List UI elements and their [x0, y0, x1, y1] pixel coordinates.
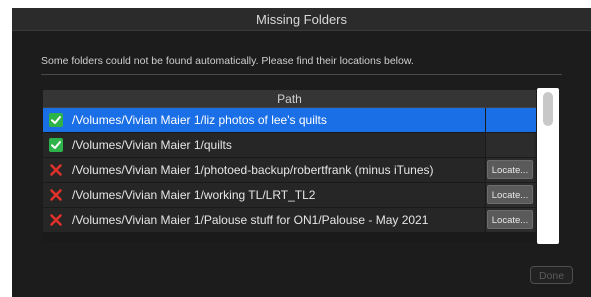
title-bar: Missing Folders	[12, 8, 591, 31]
checkmark-icon	[49, 138, 63, 152]
folder-path: /Volumes/Vivian Maier 1/working TL/LRT_T…	[72, 188, 316, 202]
scrollbar-thumb[interactable]	[543, 92, 553, 126]
locate-button[interactable]: Locate...	[487, 185, 533, 204]
table-row[interactable]: /Volumes/Vivian Maier 1/Palouse stuff fo…	[43, 208, 536, 233]
x-mark-icon	[49, 213, 63, 227]
done-button[interactable]: Done	[530, 266, 573, 284]
table-header: Path	[43, 90, 536, 108]
x-mark-icon	[49, 188, 63, 202]
x-mark-icon	[49, 163, 63, 177]
folder-path: /Volumes/Vivian Maier 1/Palouse stuff fo…	[72, 213, 429, 227]
column-header-path: Path	[277, 92, 302, 106]
vertical-scrollbar[interactable]	[537, 88, 559, 244]
missing-folders-dialog: Missing Folders Some folders could not b…	[12, 8, 591, 297]
folders-table: Path /Volumes/Vivian Maier 1/liz photos …	[43, 90, 536, 242]
table-row[interactable]: /Volumes/Vivian Maier 1/liz photos of le…	[43, 108, 536, 133]
table-row[interactable]: /Volumes/Vivian Maier 1/photoed-backup/r…	[43, 158, 536, 183]
table-row[interactable]: /Volumes/Vivian Maier 1/working TL/LRT_T…	[43, 183, 536, 208]
table-row[interactable]: /Volumes/Vivian Maier 1/quilts	[43, 133, 536, 158]
locate-button[interactable]: Locate...	[487, 160, 533, 179]
checkmark-icon	[49, 113, 63, 127]
folder-path: /Volumes/Vivian Maier 1/liz photos of le…	[72, 113, 327, 127]
dialog-title: Missing Folders	[255, 12, 348, 27]
folder-path: /Volumes/Vivian Maier 1/quilts	[72, 138, 232, 152]
instruction-message: Some folders could not be found automati…	[41, 55, 414, 67]
action-cell	[486, 108, 534, 132]
divider	[41, 74, 562, 75]
action-cell	[486, 133, 534, 157]
locate-button[interactable]: Locate...	[487, 210, 533, 229]
folder-path: /Volumes/Vivian Maier 1/photoed-backup/r…	[72, 163, 434, 177]
